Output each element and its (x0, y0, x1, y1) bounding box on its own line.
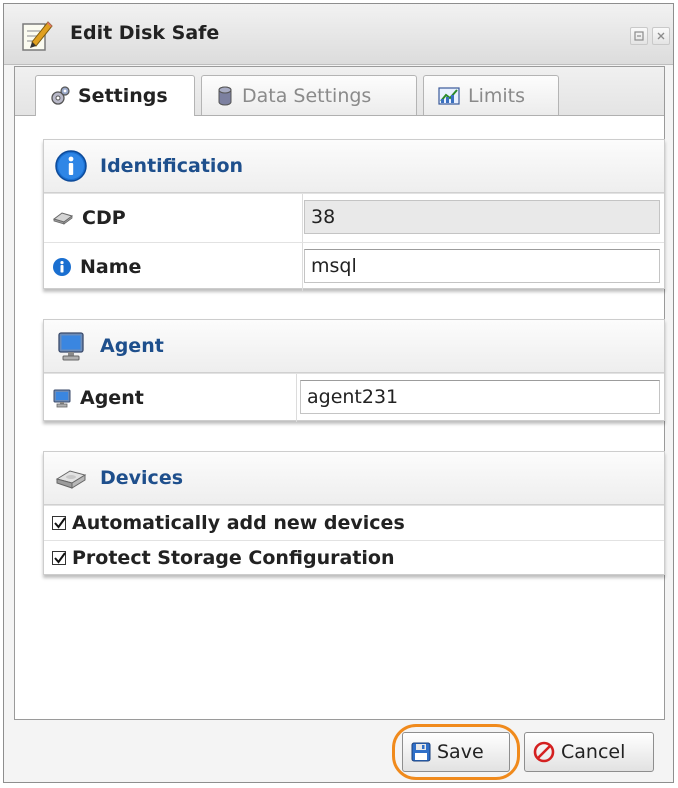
option-label: Automatically add new devices (72, 512, 405, 534)
database-icon (218, 86, 232, 105)
section-title: Agent (100, 335, 164, 357)
option-label: Protect Storage Configuration (72, 547, 395, 569)
dialog-title: Edit Disk Safe (70, 22, 220, 44)
name-row: Name (44, 242, 664, 291)
cdp-row: CDP (44, 193, 664, 242)
column-divider (296, 374, 297, 422)
field-label: Agent (80, 387, 144, 409)
tab-label: Limits (468, 84, 525, 107)
close-icon (657, 32, 665, 40)
edit-disk-safe-dialog: Edit Disk Safe Settings Data Settings Li… (3, 3, 674, 783)
protect-storage-config-checkbox[interactable] (52, 551, 66, 565)
agent-panel: Agent Agent (43, 319, 665, 422)
computer-icon (58, 332, 84, 361)
agent-header: Agent (44, 320, 664, 373)
tab-settings[interactable]: Settings (35, 75, 195, 116)
tab-label: Data Settings (242, 84, 372, 107)
info-icon (55, 150, 87, 182)
chart-icon (438, 86, 460, 105)
content-frame: Settings Data Settings Limits Identifica… (14, 66, 665, 720)
computer-icon (53, 389, 71, 408)
button-label: Save (437, 741, 484, 763)
tab-strip: Settings Data Settings Limits (15, 67, 664, 116)
tab-limits[interactable]: Limits (423, 75, 559, 115)
cancel-icon (533, 741, 555, 763)
tab-data-settings[interactable]: Data Settings (201, 75, 417, 115)
cancel-button[interactable]: Cancel (524, 732, 654, 772)
gear-icon (51, 86, 70, 105)
agent-row: Agent (44, 373, 664, 422)
tab-label: Settings (78, 85, 168, 107)
cdp-label-cell: CDP (52, 194, 126, 242)
column-divider (302, 194, 303, 242)
restore-button[interactable] (630, 27, 648, 45)
name-label-cell: Name (52, 243, 141, 291)
restore-icon (634, 31, 644, 41)
button-label: Cancel (561, 741, 626, 763)
field-label: Name (80, 256, 142, 278)
edit-note-icon (22, 21, 53, 51)
disk-icon (52, 212, 74, 225)
column-divider (302, 243, 303, 291)
identification-header: Identification (44, 140, 664, 193)
section-title: Identification (100, 155, 244, 177)
field-label: CDP (82, 207, 126, 229)
agent-label-cell: Agent (52, 374, 144, 422)
close-button[interactable] (652, 27, 670, 45)
title-bar[interactable]: Edit Disk Safe (4, 4, 673, 65)
devices-header: Devices (44, 452, 664, 505)
name-input[interactable] (304, 249, 660, 283)
info-icon (53, 258, 71, 276)
agent-input[interactable] (300, 380, 660, 414)
protect-storage-config-option[interactable]: Protect Storage Configuration (44, 540, 664, 575)
save-button[interactable]: Save (402, 732, 510, 772)
checkmark-icon (54, 552, 66, 564)
floppy-disk-icon (411, 742, 431, 762)
devices-panel: Devices Automatically add new devices Pr… (43, 451, 665, 575)
identification-panel: Identification CDP 38 Name msql (43, 139, 665, 291)
cdp-field (304, 200, 660, 234)
auto-add-devices-checkbox[interactable] (52, 516, 66, 530)
auto-add-devices-option[interactable]: Automatically add new devices (44, 505, 664, 540)
hard-drive-icon (55, 470, 87, 489)
checkmark-icon (54, 517, 66, 529)
section-title: Devices (100, 467, 184, 489)
